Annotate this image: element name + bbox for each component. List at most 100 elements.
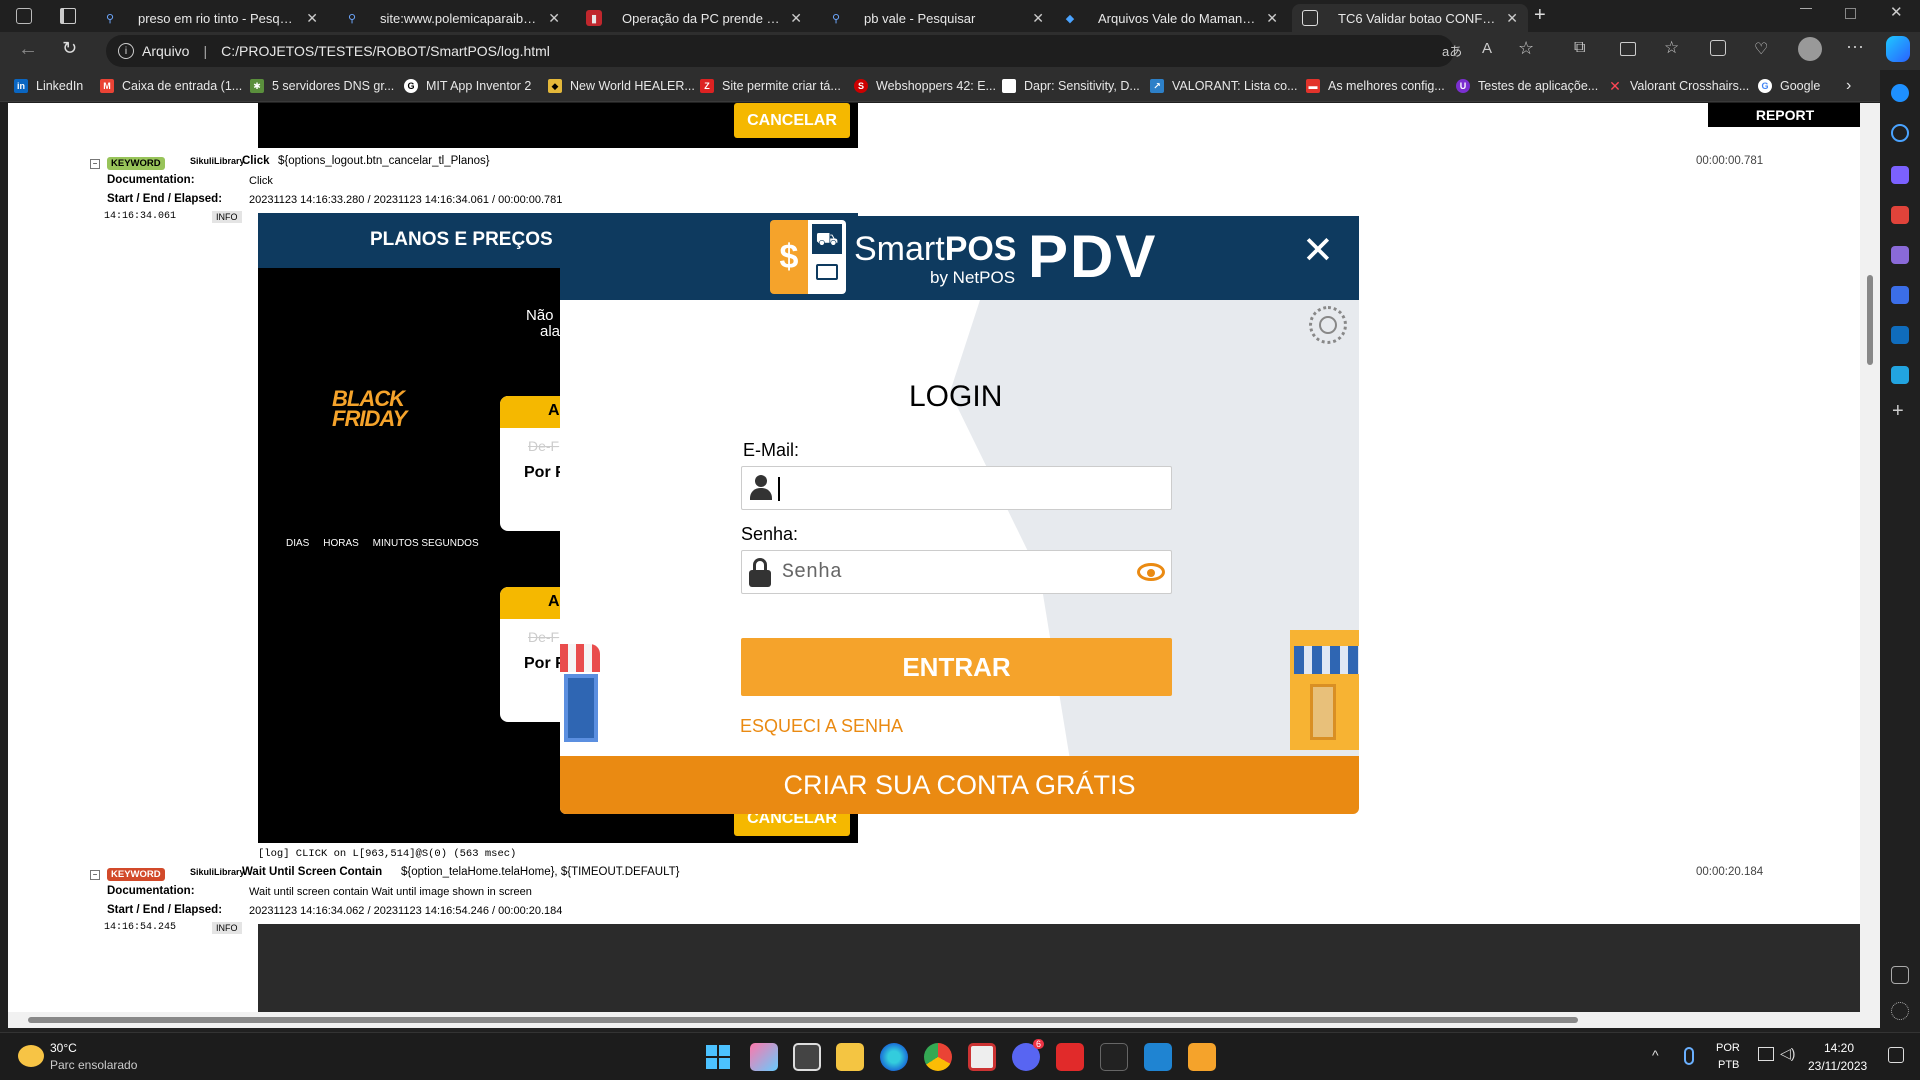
copilot-sidebar-icon[interactable] xyxy=(1891,286,1909,304)
email-field[interactable] xyxy=(741,466,1172,510)
horizontal-scrollbar[interactable] xyxy=(8,1012,1860,1028)
bookmark-gmail[interactable]: M Caixa de entrada (1... xyxy=(100,77,242,95)
language-label[interactable]: POR xyxy=(1716,1042,1740,1054)
message-level: INFO xyxy=(212,922,242,934)
report-link[interactable]: REPORT xyxy=(1708,103,1860,127)
extensions-icon[interactable]: ⧉ xyxy=(1574,39,1585,57)
restore-icon[interactable] xyxy=(1845,8,1856,19)
bookmark-crosshairs[interactable]: ✕ Valorant Crosshairs... xyxy=(1608,77,1749,95)
show-password-eye-icon[interactable] xyxy=(1137,563,1165,581)
url-text[interactable]: C:/PROJETOS/TESTES/ROBOT/SmartPOS/log.ht… xyxy=(221,43,550,59)
edge-icon[interactable] xyxy=(880,1043,908,1071)
tools-icon[interactable] xyxy=(1891,206,1909,224)
create-account-button[interactable]: CRIAR SUA CONTA GRÁTIS xyxy=(560,756,1359,814)
forgot-password-link[interactable]: ESQUECI A SENHA xyxy=(740,716,903,737)
bookmark-mit[interactable]: G MIT App Inventor 2 xyxy=(404,77,531,95)
back-icon[interactable]: ← xyxy=(18,38,38,61)
more-menu-icon[interactable]: ··· xyxy=(1846,36,1864,57)
minimize-icon[interactable] xyxy=(1800,8,1812,9)
widgets-icon[interactable] xyxy=(750,1043,778,1071)
linkedin-icon: in xyxy=(14,79,28,93)
horizontal-scroll-thumb[interactable] xyxy=(28,1017,1578,1023)
clock-date[interactable]: 23/11/2023 xyxy=(1808,1059,1867,1073)
snipping-tool-icon[interactable] xyxy=(968,1043,996,1071)
close-tab-icon[interactable]: ✕ xyxy=(1506,10,1518,27)
bookmark-testes[interactable]: U Testes de aplicaçõe... xyxy=(1456,77,1598,95)
display-icon[interactable] xyxy=(1758,1047,1774,1061)
telegram-icon[interactable] xyxy=(1891,366,1909,384)
vertical-scroll-thumb[interactable] xyxy=(1867,275,1873,365)
profile-avatar[interactable] xyxy=(1798,37,1822,61)
password-field[interactable]: Senha xyxy=(741,550,1172,594)
bookmark-dns[interactable]: ✱ 5 servidores DNS gr... xyxy=(250,77,394,95)
discord-icon[interactable]: 6 xyxy=(1012,1039,1044,1071)
bell-icon[interactable] xyxy=(1891,84,1909,102)
gear-icon[interactable] xyxy=(1309,306,1347,344)
close-tab-icon[interactable]: ✕ xyxy=(548,10,560,27)
collections-icon[interactable] xyxy=(1710,40,1726,56)
clock-time[interactable]: 14:20 xyxy=(1814,1041,1864,1055)
enter-button[interactable]: ENTRAR xyxy=(741,638,1172,696)
bookmark-google[interactable]: G Google xyxy=(1758,77,1820,95)
close-icon[interactable]: ✕ xyxy=(1302,232,1334,270)
start-icon[interactable] xyxy=(704,1043,732,1071)
refresh-icon[interactable]: ↻ xyxy=(62,38,77,59)
close-tab-icon[interactable]: ✕ xyxy=(790,10,802,27)
split-screen-icon[interactable] xyxy=(1620,42,1636,56)
collapse-toggle-icon[interactable]: − xyxy=(90,870,100,880)
notifications-icon[interactable] xyxy=(1888,1047,1904,1063)
bookmark-newworld[interactable]: ◆ New World HEALER... xyxy=(548,77,695,95)
smartpos-icon[interactable] xyxy=(1188,1043,1216,1071)
favorite-star-icon[interactable]: ☆ xyxy=(1518,38,1534,59)
tab-1[interactable]: ⚲ preso em rio tinto - Pesquisar ✕ xyxy=(92,4,328,32)
bookmark-linkedin[interactable]: in LinkedIn xyxy=(14,77,83,95)
bookmark-site[interactable]: Z Site permite criar tá... xyxy=(700,77,841,95)
close-window-icon[interactable]: ✕ xyxy=(1890,3,1903,21)
epic-games-icon[interactable] xyxy=(1100,1043,1128,1071)
tray-chevron-icon[interactable]: ^ xyxy=(1652,1047,1659,1063)
keyboard-label[interactable]: PTB xyxy=(1718,1059,1739,1071)
bookmark-valorant[interactable]: ↗ VALORANT: Lista co... xyxy=(1150,77,1298,95)
search-icon[interactable] xyxy=(1891,124,1909,142)
games-icon[interactable] xyxy=(1891,246,1909,264)
tab-2[interactable]: ⚲ site:www.polemicaparaiba.com.br ✕ xyxy=(334,4,570,32)
read-aloud-icon[interactable]: aあ xyxy=(1442,41,1462,60)
vscode-icon[interactable] xyxy=(1144,1043,1172,1071)
vertical-tabs-icon[interactable] xyxy=(60,8,76,24)
text-size-icon[interactable]: A xyxy=(1482,40,1492,57)
bookmarks-more-icon[interactable]: › xyxy=(1846,77,1851,95)
bookmark-config[interactable]: ▬ As melhores config... xyxy=(1306,77,1445,95)
keyword-name[interactable]: Click xyxy=(242,155,270,167)
bookmark-dapr[interactable]: Dapr: Sensitivity, D... xyxy=(1002,77,1140,95)
favorites-icon[interactable]: ☆ xyxy=(1664,38,1679,58)
tab-5[interactable]: ◆ Arquivos Vale do Mamanguape ✕ xyxy=(1052,4,1288,32)
sidebar-layout-icon[interactable] xyxy=(1891,966,1909,984)
close-tab-icon[interactable]: ✕ xyxy=(1032,10,1044,27)
vertical-scrollbar[interactable] xyxy=(1860,103,1880,1028)
copilot-icon[interactable] xyxy=(1886,36,1910,62)
volume-icon[interactable]: ◁) xyxy=(1780,1045,1795,1062)
settings-icon[interactable] xyxy=(1891,1002,1909,1020)
tab-4[interactable]: ⚲ pb vale - Pesquisar ✕ xyxy=(818,4,1054,32)
close-tab-icon[interactable]: ✕ xyxy=(1266,10,1278,27)
info-icon[interactable]: i xyxy=(118,43,134,59)
shopping-icon[interactable] xyxy=(1891,166,1909,184)
new-tab-icon[interactable]: + xyxy=(1534,4,1546,27)
workspaces-icon[interactable] xyxy=(16,8,32,24)
chrome-icon[interactable] xyxy=(924,1043,952,1071)
add-sidebar-icon[interactable]: + xyxy=(1892,400,1904,423)
collapse-toggle-icon[interactable]: − xyxy=(90,159,100,169)
tab-3[interactable]: ▮ Operação da PC prende grupo e ✕ xyxy=(576,4,812,32)
bookmark-webshoppers[interactable]: S Webshoppers 42: E... xyxy=(854,77,996,95)
outlook-icon[interactable] xyxy=(1891,326,1909,344)
keyword-name[interactable]: Wait Until Screen Contain xyxy=(242,866,382,878)
microphone-icon[interactable] xyxy=(1684,1047,1694,1065)
weather-icon[interactable] xyxy=(18,1045,44,1067)
browser-essentials-icon[interactable]: ♡ xyxy=(1754,39,1768,59)
file-explorer-icon[interactable] xyxy=(836,1043,864,1071)
address-bar[interactable]: i Arquivo | C:/PROJETOS/TESTES/ROBOT/Sma… xyxy=(106,35,1454,67)
task-view-icon[interactable] xyxy=(793,1043,821,1071)
close-tab-icon[interactable]: ✕ xyxy=(306,10,318,27)
tab-6-active[interactable]: TC6 Validar botao CONFIRA Tela ✕ xyxy=(1292,4,1528,32)
bolt-app-icon[interactable] xyxy=(1056,1043,1084,1071)
